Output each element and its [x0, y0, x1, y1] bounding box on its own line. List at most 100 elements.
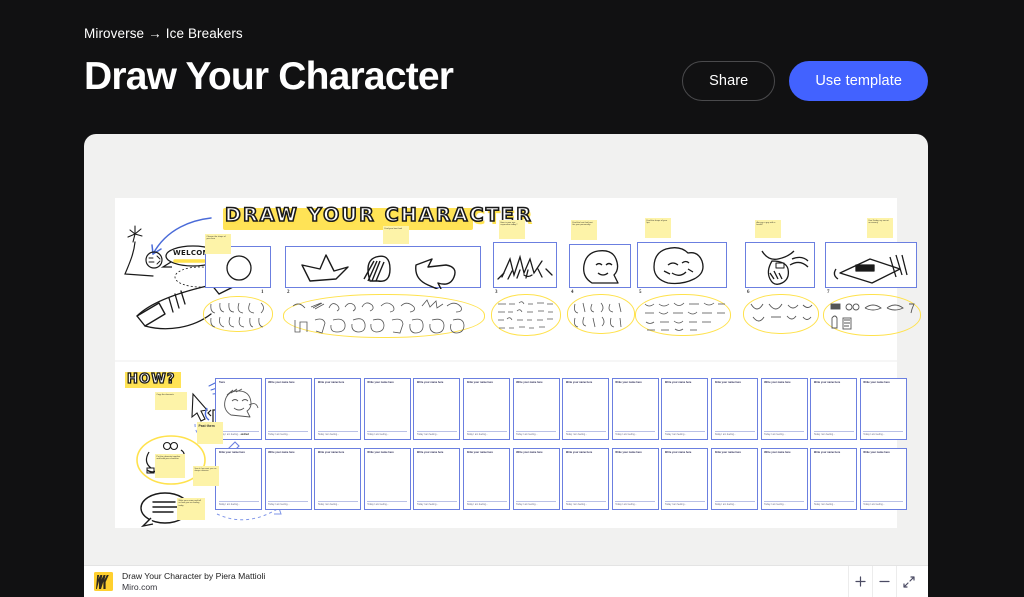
- card-name-field[interactable]: Write your name here: [665, 451, 705, 454]
- how-sticky-name[interactable]: Write your name and tell us how you are …: [177, 498, 205, 520]
- card-drawing-area[interactable]: [318, 387, 358, 429]
- card-feeling-field[interactable]: Today I am feeling...: [466, 501, 507, 506]
- panel-box-2[interactable]: [285, 246, 481, 292]
- card-feeling-field[interactable]: Today I am feeling...: [268, 501, 309, 506]
- panel-box-6[interactable]: [745, 242, 815, 288]
- card-drawing-area[interactable]: [268, 457, 308, 499]
- card-name-field[interactable]: Write your name here: [417, 451, 457, 454]
- how-sticky-paste[interactable]: Past them: [197, 422, 223, 444]
- card-name-field[interactable]: Write your name here: [417, 381, 457, 384]
- card-drawing-area[interactable]: [863, 387, 903, 429]
- card-drawing-area[interactable]: [318, 457, 358, 499]
- character-card[interactable]: Write your name here Today I am feeling..…: [512, 378, 560, 440]
- character-card[interactable]: Write your name here Today I am feeling..…: [760, 378, 808, 440]
- card-name-field[interactable]: Write your name here: [566, 451, 606, 454]
- card-feeling-field[interactable]: Today I am feeling...: [466, 431, 507, 436]
- card-name-field[interactable]: Write your name here: [318, 451, 358, 454]
- character-card[interactable]: Write your name here Today I am feeling..…: [810, 448, 858, 510]
- card-drawing-area[interactable]: [665, 457, 705, 499]
- character-card[interactable]: Write your name here Today I am feeling..…: [314, 448, 362, 510]
- card-name-field[interactable]: Write your name here: [268, 451, 308, 454]
- character-card[interactable]: Write your name here Today I am feeling..…: [215, 448, 262, 510]
- whiteboard-canvas[interactable]: DRAW YOUR CHARACTER WELCOME! Choose the …: [115, 198, 921, 528]
- board-embed[interactable]: DRAW YOUR CHARACTER WELCOME! Choose the …: [84, 134, 928, 597]
- panel-sticky-7[interactable]: Use Friday, my secret accessory: [867, 218, 893, 238]
- card-feeling-field[interactable]: Today I am feeling...: [664, 431, 705, 436]
- card-drawing-area[interactable]: [566, 457, 606, 499]
- card-name-field[interactable]: Write your name here: [764, 381, 804, 384]
- card-feeling-field[interactable]: Today I am feeling...: [516, 431, 557, 436]
- card-drawing-area[interactable]: [665, 387, 705, 429]
- character-card[interactable]: Write your name here Today I am feeling..…: [413, 378, 461, 440]
- card-name-field[interactable]: Write your name here: [467, 381, 507, 384]
- zoom-out-icon[interactable]: [872, 565, 896, 597]
- character-card[interactable]: Write your name here Today I am feeling..…: [512, 448, 560, 510]
- character-card[interactable]: Write your name here Today I am feeling..…: [661, 378, 709, 440]
- card-drawing-area[interactable]: [814, 457, 854, 499]
- card-drawing-area[interactable]: [615, 457, 655, 499]
- character-card[interactable]: Write your name here Today I am feeling..…: [264, 378, 312, 440]
- card-feeling-field[interactable]: Today I am feeling...: [416, 501, 457, 506]
- card-drawing-area[interactable]: [417, 387, 457, 429]
- card-drawing-area[interactable]: [566, 387, 606, 429]
- card-name-field[interactable]: Write your name here: [367, 451, 407, 454]
- card-feeling-field[interactable]: Today I am feeling...: [813, 431, 854, 436]
- character-card[interactable]: Write your name here Today I am feeling..…: [611, 448, 659, 510]
- character-card[interactable]: Write your name here Today I am feeling..…: [711, 448, 758, 510]
- card-feeling-field[interactable]: Today I am feeling... excited: [218, 431, 259, 436]
- character-card[interactable]: Write your name here Today I am feeling..…: [413, 448, 461, 510]
- breadcrumb-current[interactable]: Ice Breakers: [166, 26, 243, 41]
- card-feeling-field[interactable]: Today I am feeling...: [317, 431, 358, 436]
- how-sticky-save[interactable]: Save it if you want, you can always cust…: [193, 466, 219, 486]
- card-name-field[interactable]: Write your name here: [665, 381, 705, 384]
- card-drawing-area[interactable]: [863, 457, 903, 499]
- card-feeling-field[interactable]: Today I am feeling...: [863, 431, 904, 436]
- character-card[interactable]: Write your name here Today I am feeling..…: [810, 378, 858, 440]
- card-feeling-field[interactable]: Today I am feeling...: [615, 501, 656, 506]
- character-card[interactable]: Write your name here Today I am feeling..…: [611, 378, 659, 440]
- panel-box-5[interactable]: [637, 242, 727, 288]
- character-card[interactable]: Write your name here Today I am feeling..…: [314, 378, 362, 440]
- card-feeling-field[interactable]: Today I am feeling...: [863, 501, 904, 506]
- card-name-field[interactable]: Write your name here: [863, 451, 903, 454]
- card-feeling-field[interactable]: Today I am feeling...: [367, 431, 408, 436]
- panel-sticky-3[interactable]: How is your eye expression today?: [499, 220, 525, 239]
- board-footer-subtitle[interactable]: Miro.com: [122, 582, 265, 593]
- panel-box-3[interactable]: [493, 242, 557, 288]
- character-card[interactable]: Write your name here Today I am feeling..…: [562, 378, 610, 440]
- card-feeling-field[interactable]: Today I am feeling...: [565, 431, 606, 436]
- character-card[interactable]: Write your name here Today I am feeling..…: [562, 448, 610, 510]
- card-feeling-field[interactable]: Today I am feeling...: [664, 501, 705, 506]
- card-drawing-area[interactable]: [417, 457, 457, 499]
- character-card[interactable]: Write your name here Today I am feeling..…: [363, 378, 411, 440]
- panel-box-7[interactable]: [825, 242, 917, 288]
- card-drawing-area[interactable]: [516, 387, 556, 429]
- card-drawing-area[interactable]: [764, 457, 804, 499]
- card-name-field[interactable]: Write your name here: [367, 381, 407, 384]
- card-feeling-field[interactable]: Today I am feeling...: [516, 501, 557, 506]
- card-feeling-field[interactable]: Today I am feeling...: [218, 501, 259, 506]
- card-feeling-field[interactable]: Today I am feeling...: [367, 501, 408, 506]
- card-feeling-field[interactable]: Today I am feeling...: [317, 501, 358, 506]
- share-button[interactable]: Share: [682, 61, 776, 101]
- card-drawing-area[interactable]: [268, 387, 308, 429]
- card-name-field[interactable]: Write your name here: [715, 381, 755, 384]
- card-name-field[interactable]: Write your name here: [615, 381, 655, 384]
- card-feeling-field[interactable]: Today I am feeling...: [813, 501, 854, 506]
- panel-box-4[interactable]: [569, 244, 631, 288]
- card-feeling-field[interactable]: Today I am feeling...: [416, 431, 457, 436]
- card-name-field[interactable]: Write your name here: [814, 451, 854, 454]
- breadcrumb-root[interactable]: Miroverse: [84, 26, 144, 41]
- card-feeling-field[interactable]: Today I am feeling...: [615, 431, 656, 436]
- card-drawing-area[interactable]: [219, 457, 259, 499]
- character-card[interactable]: Write your name here Today I am feeling..…: [859, 448, 907, 510]
- card-feeling-field[interactable]: Today I am feeling...: [764, 431, 805, 436]
- panel-sticky-6[interactable]: Are you a guy with a beard?: [755, 220, 781, 238]
- character-card[interactable]: Write your name here Today I am feeling..…: [760, 448, 808, 510]
- card-name-field[interactable]: Write your name here: [863, 381, 903, 384]
- card-drawing-area[interactable]: [367, 387, 407, 429]
- card-drawing-area[interactable]: [715, 387, 755, 429]
- card-feeling-field[interactable]: Today I am feeling...: [268, 431, 309, 436]
- panel-sticky-2[interactable]: Find your best look: [383, 226, 409, 244]
- zoom-in-icon[interactable]: [848, 565, 872, 597]
